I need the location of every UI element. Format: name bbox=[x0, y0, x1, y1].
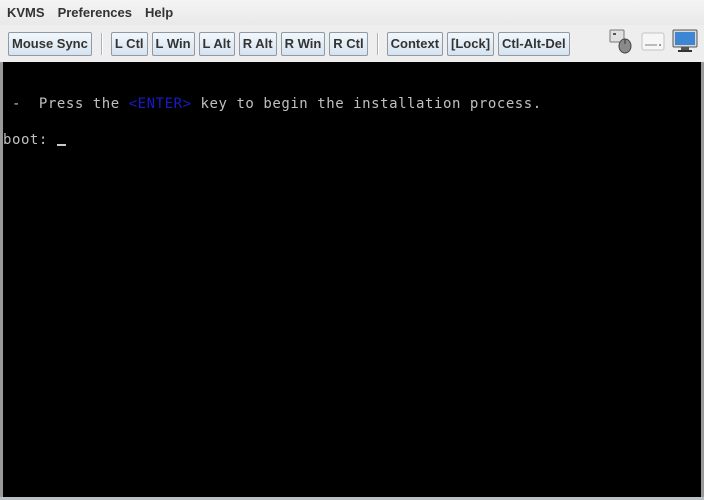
context-button[interactable]: Context bbox=[386, 31, 444, 56]
r-ctl-button[interactable]: R Ctl bbox=[329, 31, 368, 56]
menu-preferences[interactable]: Preferences bbox=[51, 0, 138, 25]
lock-button[interactable]: [Lock] bbox=[447, 31, 495, 56]
enter-key-highlight: <ENTER> bbox=[128, 96, 192, 112]
remote-console-screen[interactable]: - Press the <ENTER> key to begin the ins… bbox=[3, 62, 701, 497]
toolbar-separator bbox=[376, 32, 379, 55]
mouse-sync-button[interactable]: Mouse Sync bbox=[8, 31, 92, 56]
r-win-button[interactable]: R Win bbox=[280, 31, 326, 56]
drive-icon[interactable] bbox=[640, 28, 666, 54]
ctl-alt-del-button[interactable]: Ctl-Alt-Del bbox=[498, 31, 570, 56]
console-line-install-instruction: - Press the <ENTER> key to begin the ins… bbox=[3, 96, 542, 112]
monitor-icon[interactable] bbox=[672, 28, 698, 54]
l-alt-button[interactable]: L Alt bbox=[198, 31, 235, 56]
r-alt-button[interactable]: R Alt bbox=[238, 31, 277, 56]
toolbar: Mouse Sync L Ctl L Win L Alt R Alt R Win… bbox=[0, 25, 704, 62]
menubar: KVMS Preferences Help bbox=[0, 0, 704, 25]
text-cursor bbox=[56, 144, 66, 146]
menu-help[interactable]: Help bbox=[138, 0, 179, 25]
status-icons bbox=[608, 28, 698, 54]
l-win-button[interactable]: L Win bbox=[151, 31, 195, 56]
keyboard-mouse-icon[interactable] bbox=[608, 28, 634, 54]
l-ctl-button[interactable]: L Ctl bbox=[110, 31, 148, 56]
console-text: - Press the bbox=[3, 96, 129, 112]
console-text: key to begin the installation process. bbox=[191, 96, 542, 112]
boot-prompt: boot: bbox=[3, 132, 57, 148]
boot-prompt-line: boot: bbox=[3, 132, 66, 148]
toolbar-separator bbox=[100, 32, 103, 55]
menu-kvms[interactable]: KVMS bbox=[0, 0, 51, 25]
